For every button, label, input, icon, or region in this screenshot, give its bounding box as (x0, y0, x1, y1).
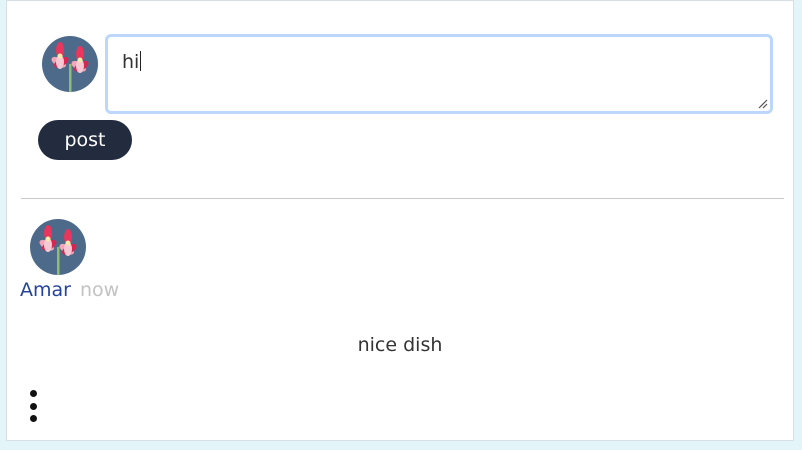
comment-input-text: hi (122, 51, 142, 73)
post-button[interactable]: post (38, 120, 132, 160)
comment-author-avatar[interactable] (30, 219, 86, 275)
text-caret (140, 51, 142, 71)
more-vertical-icon (29, 415, 37, 422)
user-avatar (42, 36, 98, 92)
comment-timestamp: now (80, 279, 120, 301)
divider (21, 198, 784, 199)
more-vertical-icon (29, 402, 37, 410)
comment-input[interactable]: hi (105, 34, 773, 114)
comment-author-link[interactable]: Amar (20, 279, 71, 301)
more-options-button[interactable] (25, 390, 41, 422)
resize-handle-icon[interactable] (758, 99, 768, 109)
flower-avatar-icon (51, 42, 89, 92)
more-vertical-icon (29, 390, 37, 397)
comment-card: hi post Amar now nice dish (6, 0, 794, 441)
flower-avatar-icon (39, 225, 77, 275)
comment-body: nice dish (357, 334, 443, 356)
